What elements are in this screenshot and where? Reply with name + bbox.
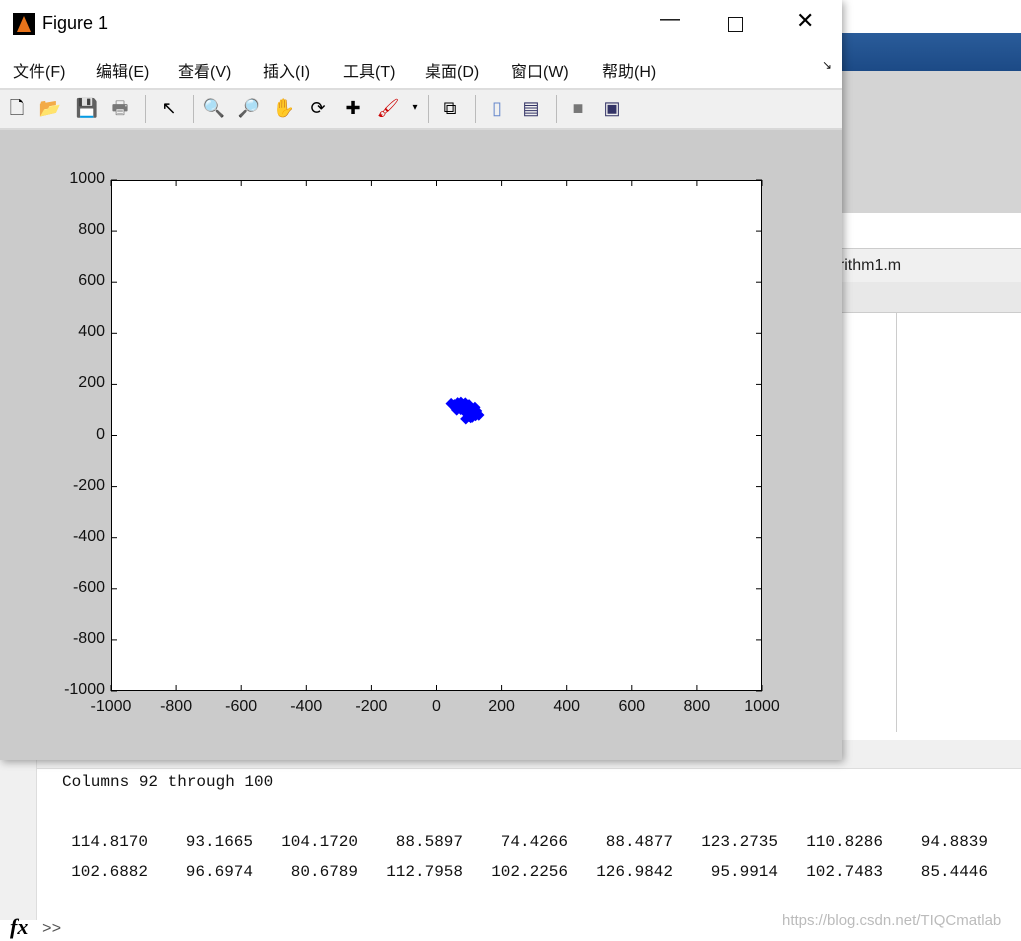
matrix-cell: 80.6789 [290, 863, 358, 881]
data-cursor-icon[interactable]: ✚ [341, 96, 365, 120]
x-tick-label: 600 [618, 698, 646, 715]
x-tick-label: 800 [683, 698, 711, 715]
menu-file[interactable]: 文件(F) [13, 58, 65, 82]
y-tick-label: 400 [78, 323, 105, 341]
select-arrow-icon[interactable]: ↖ [157, 96, 181, 120]
colorbar-icon[interactable]: ▯ [485, 96, 509, 120]
matrix-cell: 126.9842 [596, 863, 673, 881]
y-tick-label: 200 [78, 374, 105, 392]
menu-help[interactable]: 帮助(H) [602, 58, 656, 82]
x-tick-label: 400 [553, 698, 581, 715]
hide-plot-tools-icon[interactable]: ■ [566, 96, 590, 120]
matrix-cell: 102.6882 [71, 863, 148, 881]
watermark: https://blog.csdn.net/TIQCmatlab [782, 912, 1002, 929]
save-icon[interactable]: 💾 [75, 96, 99, 120]
matrix-cell: 114.8170 [71, 833, 148, 851]
y-tick-label: 800 [78, 221, 105, 239]
x-tick-label: 1000 [744, 698, 780, 715]
window-title: Figure 1 [42, 13, 109, 33]
fx-icon[interactable]: fx [10, 914, 28, 940]
y-tick-label: 0 [96, 425, 105, 443]
matrix-cell: 104.1720 [281, 833, 358, 851]
menu-edit[interactable]: 编辑(E) [96, 58, 149, 82]
command-prompt[interactable]: >> [42, 920, 61, 938]
matrix-cell: 95.9914 [710, 863, 778, 881]
menu-insert[interactable]: 插入(I) [263, 58, 310, 82]
zoom-out-icon[interactable]: 🔎 [237, 96, 261, 120]
figure-window: Figure 1 — ✕ 文件(F) 编辑(E) 查看(V) 插入(I) 工具(… [0, 0, 842, 760]
show-plot-tools-icon[interactable]: ▣ [600, 96, 624, 120]
matrix-cell: 88.5897 [395, 833, 463, 851]
y-tick-label: -1000 [64, 681, 105, 698]
menu-bar: 文件(F) 编辑(E) 查看(V) 插入(I) 工具(T) 桌面(D) 窗口(W… [0, 48, 842, 90]
link-plot-icon[interactable]: ⧉ [438, 96, 462, 120]
matrix-cell: 102.7483 [806, 863, 883, 881]
x-tick-label: -200 [355, 698, 388, 715]
menu-tools[interactable]: 工具(T) [343, 58, 395, 82]
matrix-cell: 112.7958 [386, 863, 463, 881]
y-tick-label: -200 [72, 476, 105, 494]
matrix-cell: 74.4266 [500, 833, 568, 851]
x-tick-label: -600 [225, 698, 258, 715]
minimize-button[interactable]: — [660, 8, 680, 31]
rotate-3d-icon[interactable]: ⟳ [306, 96, 330, 120]
command-window-gutter [0, 740, 37, 920]
close-button[interactable]: ✕ [796, 8, 814, 34]
x-tick-label: 200 [488, 698, 515, 715]
maximize-button[interactable] [728, 17, 743, 32]
matlab-logo-icon [13, 13, 35, 35]
open-folder-icon[interactable]: 📂 [38, 96, 62, 120]
zoom-in-icon[interactable]: 🔍 [202, 96, 226, 120]
matrix-cell: 93.1665 [185, 833, 253, 851]
figure-toolbar: 🗋 📂 💾 🖶 ↖ 🔍 🔎 ✋ ⟳ ✚ 🖌 ▾ ⧉ ▯ ▤ ■ ▣ [0, 90, 842, 130]
y-tick-label: 600 [78, 272, 105, 290]
desktop-toolstrip [842, 71, 1021, 213]
new-file-icon[interactable]: 🗋 [5, 96, 29, 120]
y-tick-label: -400 [72, 527, 105, 545]
divider [896, 312, 897, 732]
x-tick-label: -400 [290, 698, 323, 715]
dock-arrow-icon[interactable]: ↘ [822, 58, 832, 72]
matrix-cell: 96.6974 [185, 863, 253, 881]
matrix-cell: 102.2256 [491, 863, 568, 881]
x-tick-label: -1000 [90, 698, 132, 715]
title-bar: Figure 1 — ✕ [0, 0, 842, 48]
columns-header: Columns 92 through 100 [62, 773, 274, 791]
chevron-down-icon[interactable]: ▾ [403, 96, 427, 120]
x-tick-label: -800 [160, 698, 193, 715]
menu-window[interactable]: 窗口(W) [511, 58, 569, 82]
legend-icon[interactable]: ▤ [519, 96, 543, 120]
pan-hand-icon[interactable]: ✋ [272, 96, 296, 120]
editor-strip [842, 282, 1021, 313]
y-tick-label: -800 [72, 629, 105, 647]
y-tick-label: 1000 [69, 170, 105, 187]
print-icon[interactable]: 🖶 [108, 96, 132, 120]
plot-axes[interactable] [110, 179, 763, 692]
matrix-cell: 88.4877 [605, 833, 673, 851]
matrix-cell: 85.4446 [920, 863, 988, 881]
brush-icon[interactable]: 🖌 [376, 96, 400, 120]
matrix-cell: 123.2735 [701, 833, 778, 851]
matrix-cell: 110.8286 [806, 833, 883, 851]
desktop-toolbar [842, 33, 1021, 71]
y-tick-label: -600 [72, 578, 105, 596]
editor-tab[interactable]: orithm1.m [830, 248, 1021, 284]
matrix-cell: 94.8839 [920, 833, 988, 851]
x-tick-label: 0 [432, 698, 441, 715]
menu-desktop[interactable]: 桌面(D) [425, 58, 479, 82]
menu-view[interactable]: 查看(V) [178, 58, 231, 82]
